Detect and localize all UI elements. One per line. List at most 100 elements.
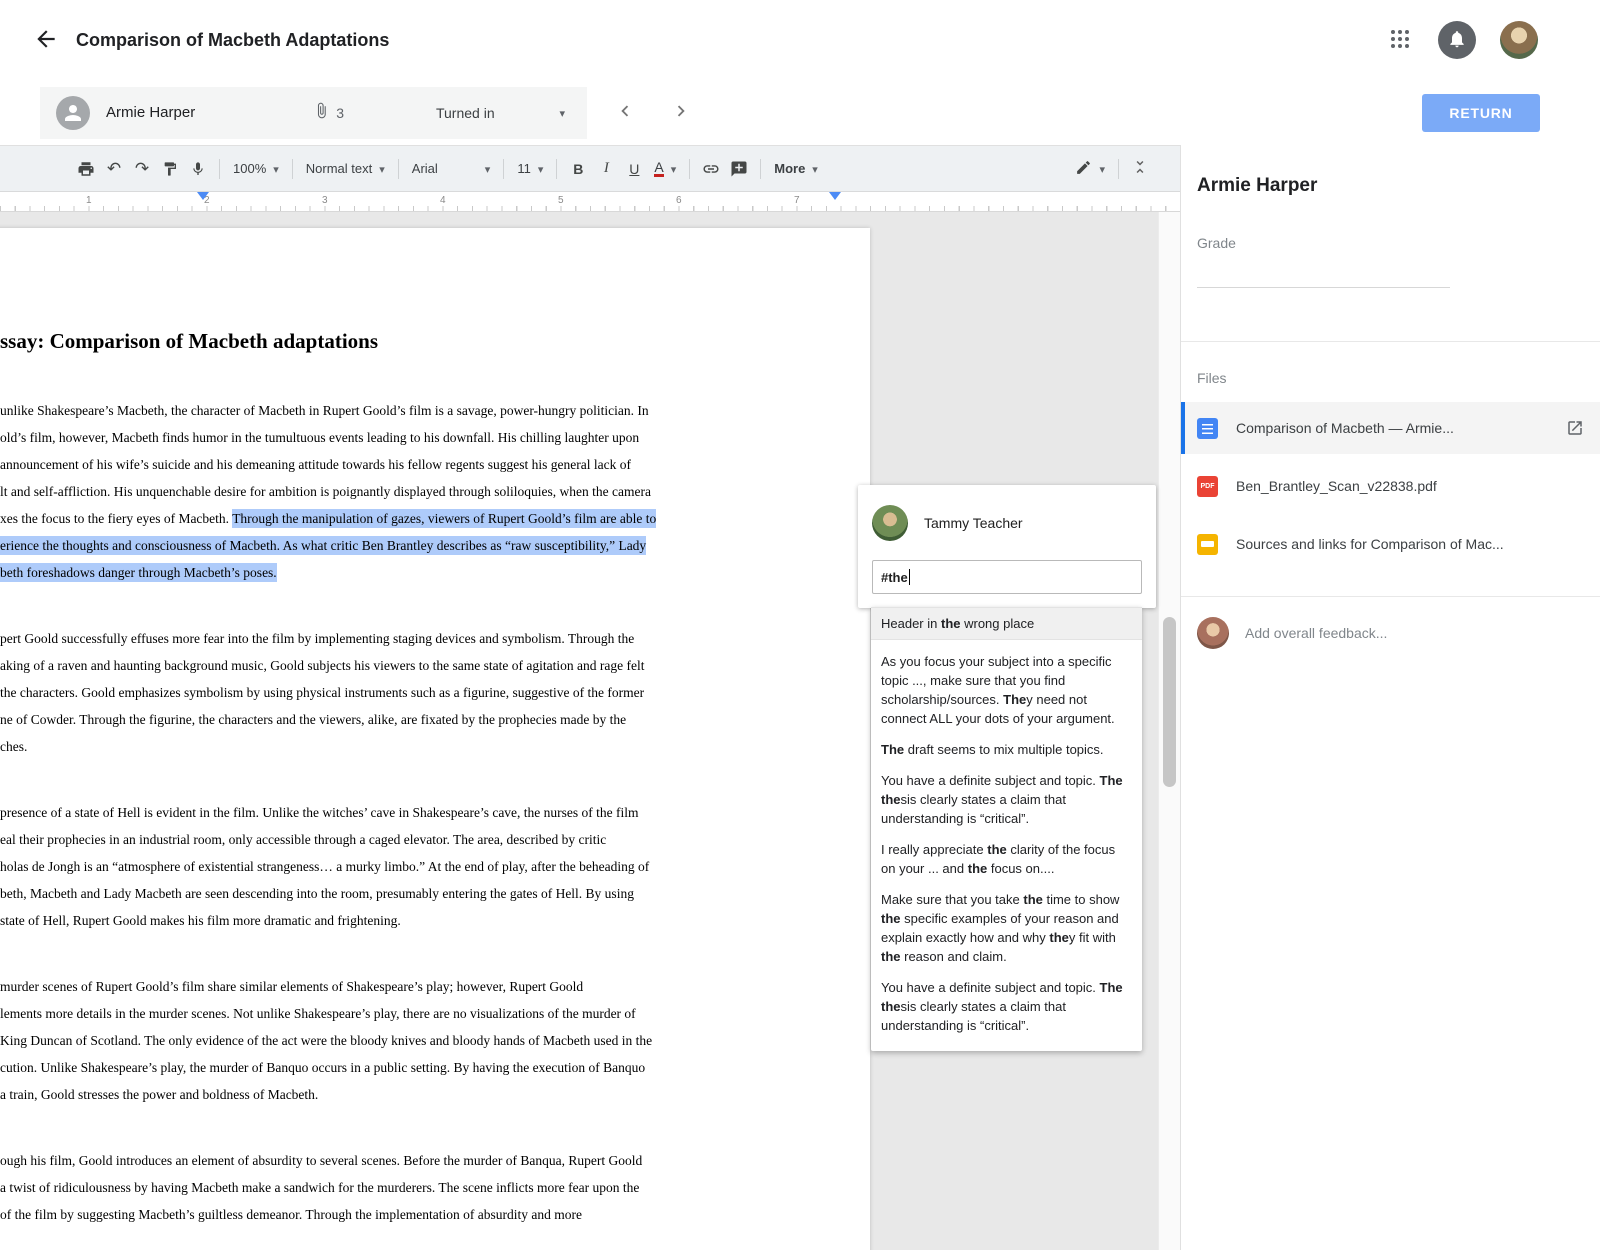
doc-line: holas de Jongh is an “atmosphere of exis…: [0, 853, 712, 880]
chevron-down-icon: [812, 161, 818, 176]
vertical-scrollbar[interactable]: [1158, 212, 1180, 1250]
doc-line: the characters. Goold emphasizes symboli…: [0, 679, 712, 706]
file-row[interactable]: Comparison of Macbeth — Armie...: [1181, 402, 1600, 454]
chevron-down-icon[interactable]: [559, 104, 571, 122]
toolbar-separator: [291, 158, 293, 179]
ruler-number: 4: [440, 195, 446, 206]
files-list: Comparison of Macbeth — Armie... PDF Ben_B…: [1181, 402, 1600, 570]
top-bar: Comparison of Macbeth Adaptations: [0, 0, 1600, 80]
previous-student-button[interactable]: [607, 95, 643, 131]
undo-button[interactable]: ↶: [100, 153, 128, 185]
text-color-button[interactable]: A: [648, 153, 682, 185]
paragraph-style-select[interactable]: Normal text: [300, 153, 391, 185]
file-row[interactable]: PDF Ben_Brantley_Scan_v22838.pdf: [1181, 460, 1600, 512]
redo-button[interactable]: ↷: [128, 153, 156, 185]
doc-text: pert Goold successfully effuses more fea…: [0, 631, 635, 646]
return-button[interactable]: RETURN: [1422, 93, 1540, 132]
doc-text: presence of a state of Hell is evident i…: [0, 805, 639, 820]
ruler-number: 7: [794, 195, 800, 206]
next-student-button[interactable]: [663, 95, 699, 131]
text-selection-highlight: Through the manipulation of gazes, viewe…: [232, 509, 657, 528]
format-paint-button[interactable]: [156, 153, 184, 185]
attachment-count: 3: [336, 104, 344, 121]
doc-line: aking of a raven and haunting background…: [0, 652, 712, 679]
chevron-down-icon: [379, 161, 385, 176]
comment-suggestion[interactable]: Header in the wrong place: [871, 607, 1142, 640]
font-family-value: Arial: [411, 161, 438, 176]
voice-typing-button[interactable]: [184, 153, 212, 185]
paperclip-icon: [313, 102, 330, 124]
pdf-file-icon: PDF: [1197, 475, 1218, 497]
print-button[interactable]: [72, 153, 100, 185]
doc-text: unlike Shakespeare’s Macbeth, the charac…: [0, 403, 649, 418]
italic-button[interactable]: I: [592, 153, 620, 185]
document-content: ssay: Comparison of Macbeth adaptations …: [0, 228, 870, 1228]
doc-line: eal their prophecies in an industrial ro…: [0, 826, 712, 853]
doc-line: King Duncan of Scotland. The only eviden…: [0, 1027, 712, 1054]
grade-input[interactable]: [1197, 287, 1450, 288]
zoom-value: 100%: [233, 161, 267, 176]
doc-text: beth, Macbeth and Lady Macbeth are seen …: [0, 886, 634, 901]
redo-icon: ↷: [134, 158, 150, 179]
doc-text: ough his film, Goold introduces an eleme…: [0, 1153, 643, 1168]
back-button[interactable]: [30, 24, 62, 56]
comment-input[interactable]: #the: [872, 560, 1142, 594]
comment-suggestion[interactable]: I really appreciate the clarity of the f…: [871, 840, 1142, 878]
ruler-number: 1: [86, 195, 92, 206]
open-in-new-icon[interactable]: [1566, 419, 1584, 437]
main-split: ↶ ↷ 100% Normal text Arial 11: [0, 145, 1600, 1250]
comment-suggestion[interactable]: You have a definite subject and topic. T…: [871, 978, 1142, 1035]
file-label: Ben_Brantley_Scan_v22838.pdf: [1236, 478, 1437, 494]
right-indent-marker[interactable]: [829, 192, 841, 200]
zoom-select[interactable]: 100%: [227, 153, 285, 185]
overall-feedback-field[interactable]: Add overall feedback...: [1181, 597, 1600, 649]
chevron-down-icon: [273, 161, 279, 176]
account-avatar[interactable]: [1500, 21, 1538, 59]
comment-card: Tammy Teacher #the Header in the wrong p…: [858, 485, 1156, 1051]
underline-button[interactable]: U: [620, 153, 648, 185]
doc-line: beth foreshadows danger through Macbeth’…: [0, 559, 712, 586]
toolbar-separator: [503, 158, 505, 179]
comment-card-padding: [858, 594, 1156, 608]
doc-line: xes the focus to the fiery eyes of Macbe…: [0, 505, 712, 532]
doc-line: ches.: [0, 733, 712, 760]
more-button[interactable]: More: [768, 153, 824, 185]
doc-line: ne of Cowder. Through the figurine, the …: [0, 706, 712, 733]
comment-suggestion[interactable]: Make sure that you take the time to show…: [871, 890, 1142, 966]
font-family-select[interactable]: Arial: [406, 153, 497, 185]
doc-line: ough his film, Goold introduces an eleme…: [0, 1147, 712, 1174]
document-page[interactable]: ssay: Comparison of Macbeth adaptations …: [0, 228, 870, 1250]
font-size-select[interactable]: 11: [511, 153, 549, 185]
doc-text: a twist of ridiculousness by having Macb…: [0, 1180, 640, 1195]
doc-line: erience the thoughts and consciousness o…: [0, 532, 712, 559]
teacher-avatar: [872, 505, 908, 541]
text-color-glyph: A: [654, 159, 664, 177]
left-indent-marker[interactable]: [197, 192, 209, 200]
apps-grid-button[interactable]: [1382, 22, 1418, 58]
comment-suggestion[interactable]: The draft seems to mix multiple topics.: [871, 740, 1142, 759]
sources-file-icon: [1197, 533, 1218, 555]
scrollbar-thumb[interactable]: [1163, 617, 1176, 787]
comment-suggestion[interactable]: You have a definite subject and topic. T…: [871, 771, 1142, 828]
student-avatar: [56, 95, 90, 130]
page-title: Comparison of Macbeth Adaptations: [76, 29, 390, 50]
bold-button[interactable]: B: [564, 153, 592, 185]
file-row[interactable]: Sources and links for Comparison of Mac.…: [1181, 518, 1600, 570]
document-ruler[interactable]: 1234567: [0, 192, 1180, 212]
insert-comment-button[interactable]: [725, 153, 753, 185]
toolbar-separator: [556, 158, 558, 179]
document-canvas: ssay: Comparison of Macbeth adaptations …: [0, 212, 1180, 1250]
text-cursor: [908, 569, 910, 585]
comment-suggestions: Header in the wrong place As you focus yo…: [871, 607, 1142, 1051]
doc-text: xes the focus to the fiery eyes of Macbe…: [0, 511, 233, 526]
doc-line: presence of a state of Hell is evident i…: [0, 799, 712, 826]
insert-link-button[interactable]: [697, 153, 725, 185]
doc-text: ne of Cowder. Through the figurine, the …: [0, 712, 627, 727]
apps-grid-icon: [1390, 29, 1410, 52]
student-selector[interactable]: Armie Harper 3 Turned in: [40, 86, 587, 139]
comment-suggestion[interactable]: As you focus your subject into a specifi…: [871, 652, 1142, 728]
toolbar-separator: [219, 158, 220, 179]
notifications-button[interactable]: [1438, 21, 1476, 59]
editing-mode-button[interactable]: [1069, 153, 1111, 185]
collapse-toolbar-button[interactable]: [1126, 153, 1154, 185]
